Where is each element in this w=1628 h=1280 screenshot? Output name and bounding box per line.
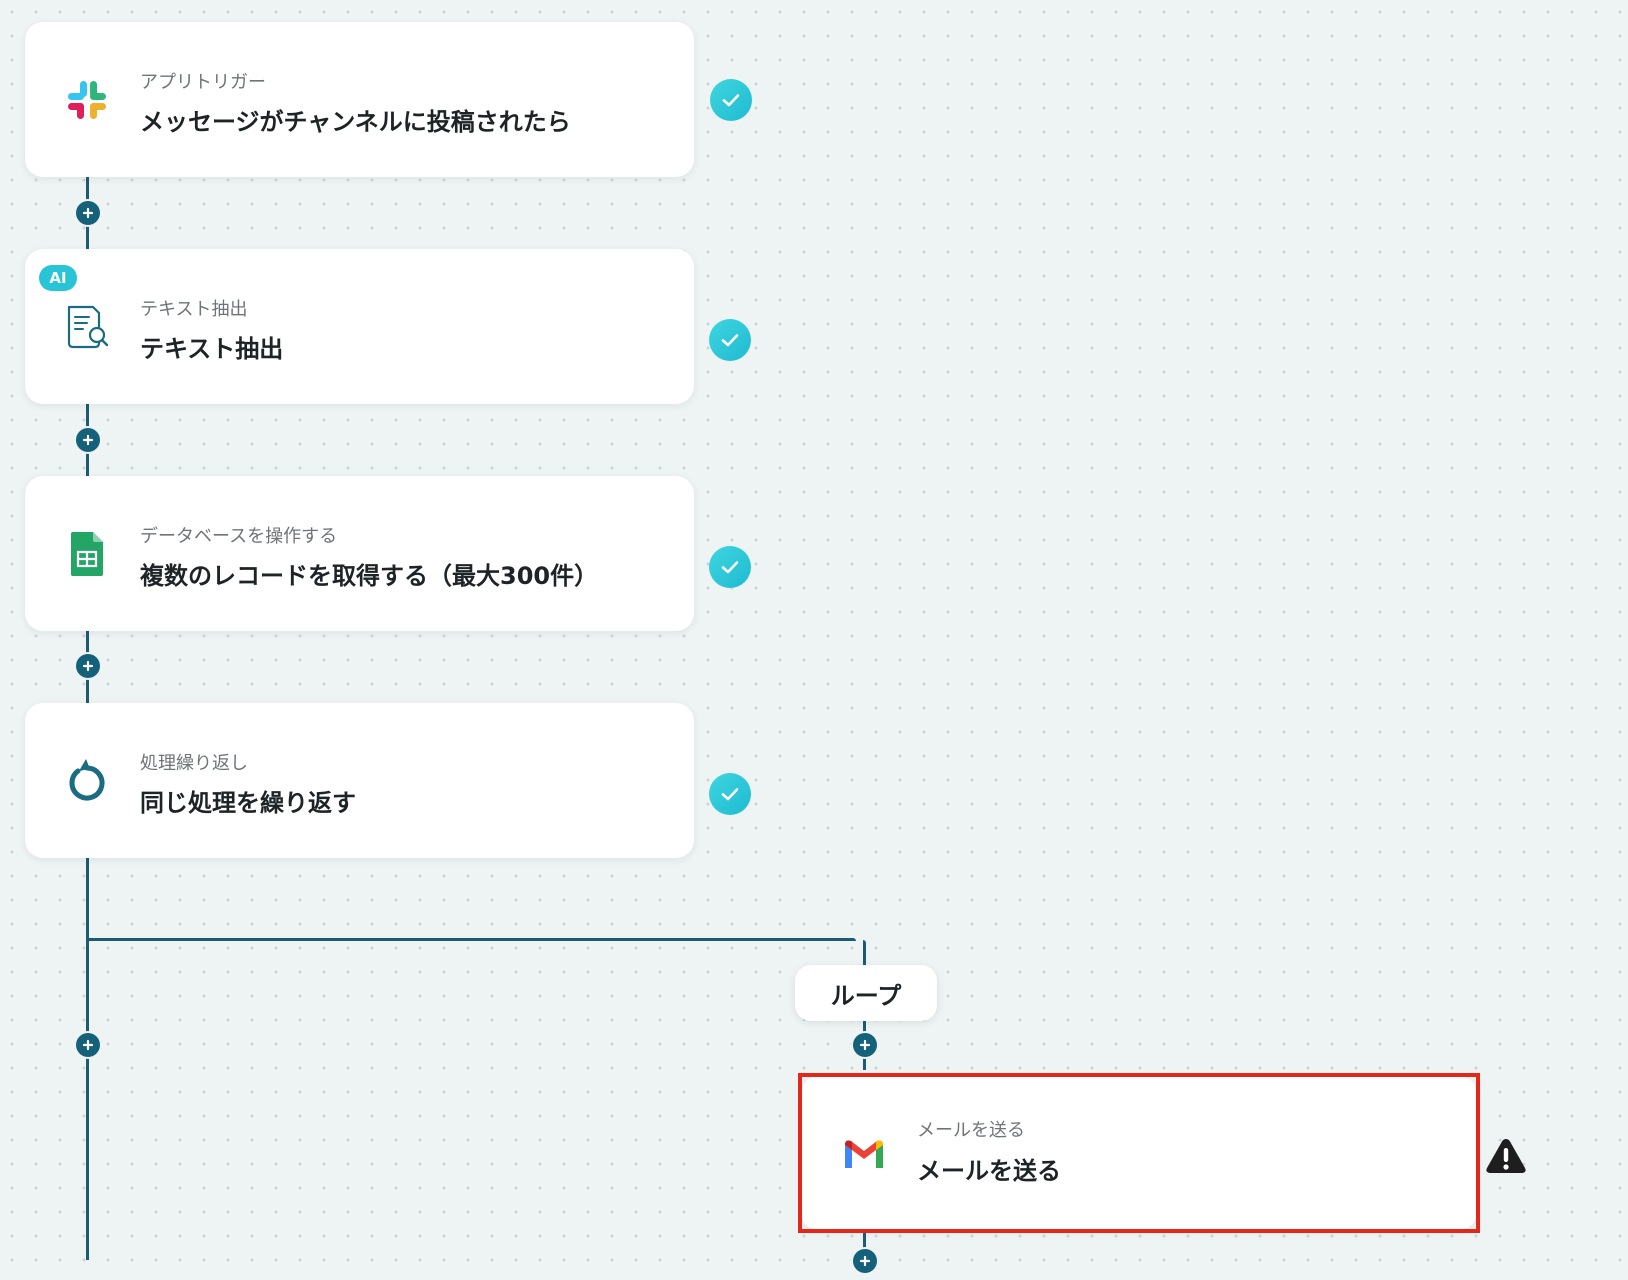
step-card-database[interactable]: データベースを操作する 複数のレコードを取得する（最大300件） (25, 476, 694, 631)
check-icon (709, 773, 751, 815)
check-icon (709, 546, 751, 588)
add-step-button[interactable] (853, 1249, 877, 1273)
add-step-button[interactable] (76, 428, 100, 452)
check-icon (710, 79, 752, 121)
add-step-button[interactable] (76, 654, 100, 678)
ai-badge: AI (39, 265, 77, 291)
loop-label[interactable]: ループ (795, 965, 937, 1021)
add-step-button[interactable] (853, 1033, 877, 1057)
add-step-button[interactable] (76, 201, 100, 225)
selection-highlight (798, 1073, 1480, 1233)
step-title: 同じ処理を繰り返す (140, 789, 356, 817)
google-sheets-icon (63, 530, 111, 578)
connector-line-branch-horizontal (86, 938, 856, 941)
step-subtitle: テキスト抽出 (140, 299, 248, 320)
slack-icon (63, 76, 111, 124)
step-subtitle: データベースを操作する (140, 526, 338, 547)
check-icon (709, 319, 751, 361)
step-card-text-extraction[interactable]: AI テキスト抽出 テキスト抽出 (25, 249, 694, 404)
warning-icon (1484, 1136, 1528, 1176)
step-title: テキスト抽出 (140, 335, 284, 363)
step-card-loop[interactable]: 処理繰り返し 同じ処理を繰り返す (25, 703, 694, 858)
step-subtitle: アプリトリガー (140, 72, 266, 93)
step-card-slack-trigger[interactable]: アプリトリガー メッセージがチャンネルに投稿されたら (25, 22, 694, 177)
step-subtitle: 処理繰り返し (140, 753, 248, 774)
document-search-icon (63, 303, 111, 351)
step-title: 複数のレコードを取得する（最大300件） (140, 562, 599, 590)
step-title: メッセージがチャンネルに投稿されたら (140, 108, 571, 136)
loop-icon (63, 757, 111, 805)
add-step-button[interactable] (76, 1033, 100, 1057)
